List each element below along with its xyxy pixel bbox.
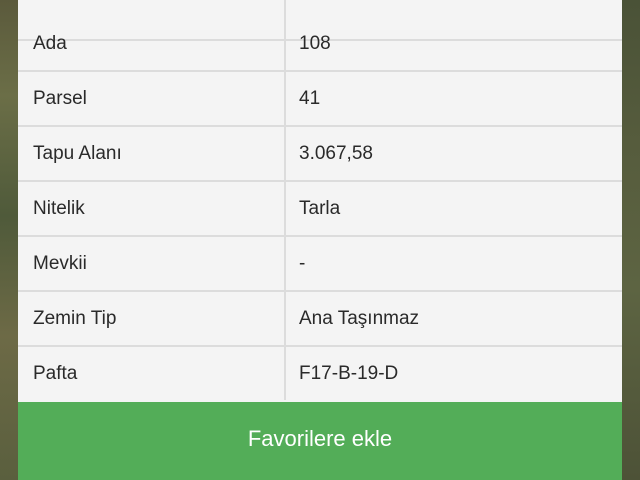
map-background-right [620,0,640,480]
row-label-ada: Ada [33,33,67,54]
map-background-left [0,0,20,480]
parcel-info-screen: Ada 108 Parsel 41 Tapu Alanı 3.067,58 Ni… [0,0,640,480]
row-label-pafta: Pafta [33,363,78,384]
parcel-details-table: Ada 108 Parsel 41 Tapu Alanı 3.067,58 Ni… [18,0,622,404]
row-value-pafta: F17-B-19-D [284,347,622,400]
table-row-mevkii: Mevkii - [18,237,622,292]
row-value-ada: 108 [284,17,622,70]
row-label-parsel: Parsel [33,88,87,109]
table-row-zemin-tip: Zemin Tip Ana Taşınmaz [18,292,622,347]
row-value-nitelik: Tarla [284,182,622,235]
row-value-zemin-tip: Ana Taşınmaz [284,292,622,345]
table-row-tapu-alani: Tapu Alanı 3.067,58 [18,127,622,182]
table-row-parsel: Parsel 41 [18,72,622,127]
row-label-mevkii: Mevkii [33,253,87,274]
add-to-favorites-label: Favorilere ekle [247,426,393,451]
row-value-mevkii: - [284,237,622,290]
row-value-tapu-alani: 3.067,58 [284,127,622,180]
table-row-ada: Ada 108 [18,17,622,72]
table-row-pafta: Pafta F17-B-19-D [18,347,622,402]
row-label-zemin-tip: Zemin Tip [33,308,117,329]
row-label-tapu-alani: Tapu Alanı [33,143,122,164]
row-value-parsel: 41 [284,72,622,125]
row-label-nitelik: Nitelik [33,198,85,219]
table-row-nitelik: Nitelik Tarla [18,182,622,237]
add-to-favorites-button[interactable]: Favorilere ekle [18,402,622,480]
